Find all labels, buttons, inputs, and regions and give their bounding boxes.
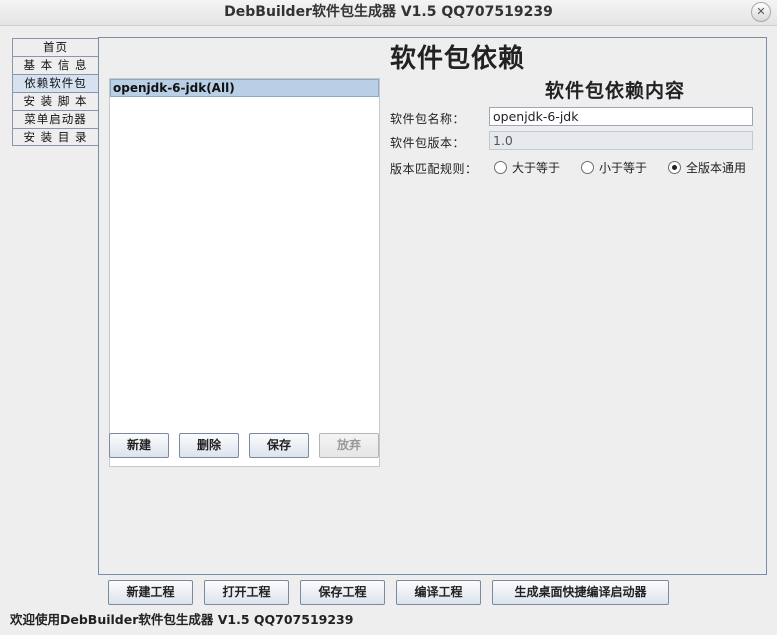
package-name-field[interactable]: openjdk-6-jdk <box>489 107 753 126</box>
window-titlebar: DebBuilder软件包生成器 V1.5 QQ707519239 ✕ <box>0 0 777 26</box>
save-button[interactable]: 保存 <box>249 433 309 458</box>
tab-install-dir[interactable]: 安 装 目 录 <box>12 128 99 146</box>
desktop-launcher-button[interactable]: 生成桌面快捷编译启动器 <box>492 580 669 605</box>
version-rule-label: 版本匹配规则： <box>390 162 478 176</box>
side-tabs: 首页 基 本 信 息 依赖软件包 安 装 脚 本 菜单启动器 安 装 目 录 <box>12 38 99 146</box>
new-button[interactable]: 新建 <box>109 433 169 458</box>
tab-menu-launcher[interactable]: 菜单启动器 <box>12 110 99 128</box>
tab-install-scripts[interactable]: 安 装 脚 本 <box>12 92 99 110</box>
section-subtitle: 软件包依赖内容 <box>545 80 686 102</box>
dependency-panel: openjdk-6-jdk(All) 新建 删除 保存 放弃 软件包依赖 软件包… <box>98 37 767 575</box>
tab-dependencies[interactable]: 依赖软件包 <box>12 74 99 92</box>
close-button[interactable]: ✕ <box>751 2 771 22</box>
package-name-label: 软件包名称： <box>390 112 466 126</box>
window-title: DebBuilder软件包生成器 V1.5 QQ707519239 <box>224 4 553 20</box>
package-version-label: 软件包版本： <box>390 136 466 150</box>
radio-greater-equal[interactable]: 大于等于 <box>494 159 560 176</box>
compile-project-button[interactable]: 编译工程 <box>396 580 481 605</box>
discard-button: 放弃 <box>319 433 379 458</box>
radio-unchecked-icon <box>494 161 507 174</box>
open-project-button[interactable]: 打开工程 <box>204 580 289 605</box>
radio-label: 全版本通用 <box>686 161 747 175</box>
radio-less-equal[interactable]: 小于等于 <box>581 159 647 176</box>
radio-all-versions[interactable]: 全版本通用 <box>668 159 746 176</box>
delete-button[interactable]: 删除 <box>179 433 239 458</box>
save-project-button[interactable]: 保存工程 <box>300 580 385 605</box>
radio-unchecked-icon <box>581 161 594 174</box>
list-item[interactable]: openjdk-6-jdk(All) <box>110 79 379 97</box>
tab-basic-info[interactable]: 基 本 信 息 <box>12 56 99 74</box>
radio-label: 大于等于 <box>512 161 561 175</box>
radio-checked-icon <box>668 161 681 174</box>
status-bar-text: 欢迎使用DebBuilder软件包生成器 V1.5 QQ707519239 <box>10 612 354 627</box>
section-title: 软件包依赖 <box>390 44 526 74</box>
radio-label: 小于等于 <box>599 161 648 175</box>
package-version-field: 1.0 <box>489 131 753 150</box>
dependency-list[interactable]: openjdk-6-jdk(All) <box>109 78 380 467</box>
tab-home[interactable]: 首页 <box>12 38 99 56</box>
close-icon: ✕ <box>756 5 766 18</box>
new-project-button[interactable]: 新建工程 <box>108 580 193 605</box>
